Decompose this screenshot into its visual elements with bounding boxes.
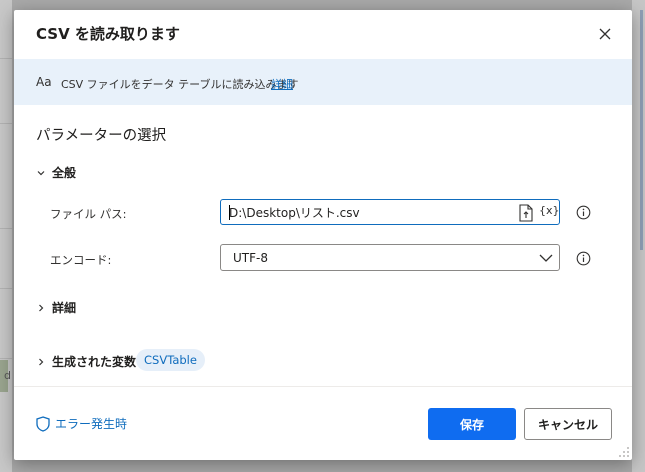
background-list-item: [0, 123, 12, 229]
generated-variables-toggle[interactable]: 生成された変数: [34, 353, 136, 370]
background-scrollbar: [640, 10, 643, 250]
footer-divider: [14, 386, 632, 387]
info-icon[interactable]: [576, 251, 591, 266]
variable-badge[interactable]: CSVTable: [136, 349, 205, 371]
encoding-select[interactable]: UTF-8: [220, 244, 560, 271]
general-group-toggle[interactable]: 全般: [34, 164, 76, 181]
dialog-title: CSV を読み取ります: [36, 25, 180, 43]
shield-icon: [36, 415, 50, 432]
chevron-down-icon: [539, 254, 553, 262]
action-description: CSV ファイルをデータ テーブルに読み込みます: [61, 78, 299, 91]
background-list-item: [0, 288, 12, 359]
file-icon[interactable]: [518, 204, 534, 222]
details-link[interactable]: 詳細: [271, 76, 293, 92]
file-path-field[interactable]: {x}: [220, 199, 560, 225]
parameters-heading: パラメーターの選択: [36, 128, 167, 144]
background-right-panel: [632, 0, 645, 472]
read-csv-dialog: CSV を読み取ります Aa CSV ファイルをデータ テーブルに読み込みます …: [14, 10, 632, 460]
on-error-link[interactable]: エラー発生時: [36, 415, 127, 432]
chevron-down-icon: [34, 166, 48, 180]
close-icon: [599, 28, 611, 40]
background-left-panel: d: [0, 0, 12, 472]
cancel-button[interactable]: キャンセル: [524, 408, 612, 440]
advanced-group-toggle[interactable]: 詳細: [34, 299, 76, 316]
description-bar: Aa CSV ファイルをデータ テーブルに読み込みます 詳細: [14, 59, 632, 105]
general-group-label: 全般: [52, 166, 77, 180]
encoding-label: エンコード:: [50, 253, 112, 267]
background-fragment-text: d: [4, 369, 11, 382]
resize-grip-icon[interactable]: [618, 446, 630, 458]
text-cursor: [229, 205, 230, 220]
variable-button[interactable]: {x}: [539, 204, 560, 217]
generated-variables-label: 生成された変数: [52, 355, 137, 369]
advanced-group-label: 詳細: [52, 301, 77, 315]
file-path-input[interactable]: [229, 203, 499, 221]
chevron-right-icon: [34, 301, 48, 315]
background-list-item: [0, 0, 12, 59]
file-path-label: ファイル パス:: [50, 207, 127, 221]
on-error-label: エラー発生時: [55, 417, 128, 431]
background-list-item: [0, 228, 12, 289]
info-icon[interactable]: [576, 205, 591, 220]
encoding-selected-value: UTF-8: [233, 251, 268, 265]
chevron-right-icon: [34, 355, 48, 369]
background-list-item: [0, 58, 12, 124]
font-icon: Aa: [36, 75, 52, 89]
close-button[interactable]: [594, 23, 616, 45]
save-button[interactable]: 保存: [428, 408, 516, 440]
